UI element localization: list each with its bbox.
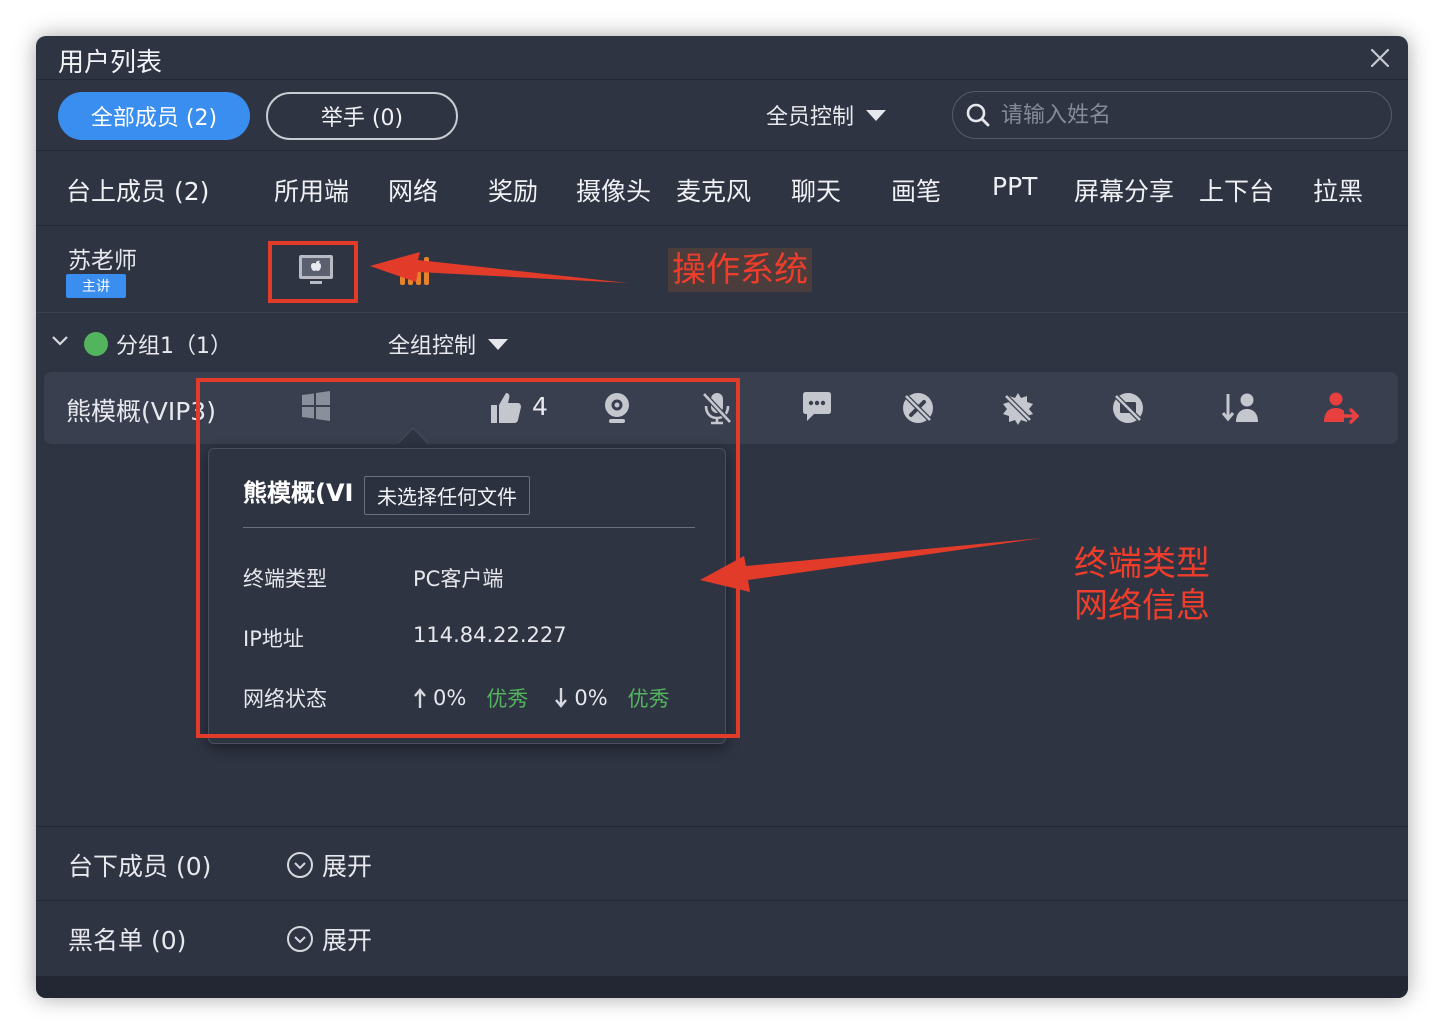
annotation-terminal-type: 终端类型 — [1074, 544, 1210, 584]
annotation-arrows — [370, 252, 1042, 592]
annotation-network-info: 网络信息 — [1074, 586, 1210, 626]
arrow-to-popup — [700, 538, 1042, 592]
annotation-os: 操作系统 — [668, 248, 812, 292]
arrow-to-os-icon — [370, 252, 628, 283]
